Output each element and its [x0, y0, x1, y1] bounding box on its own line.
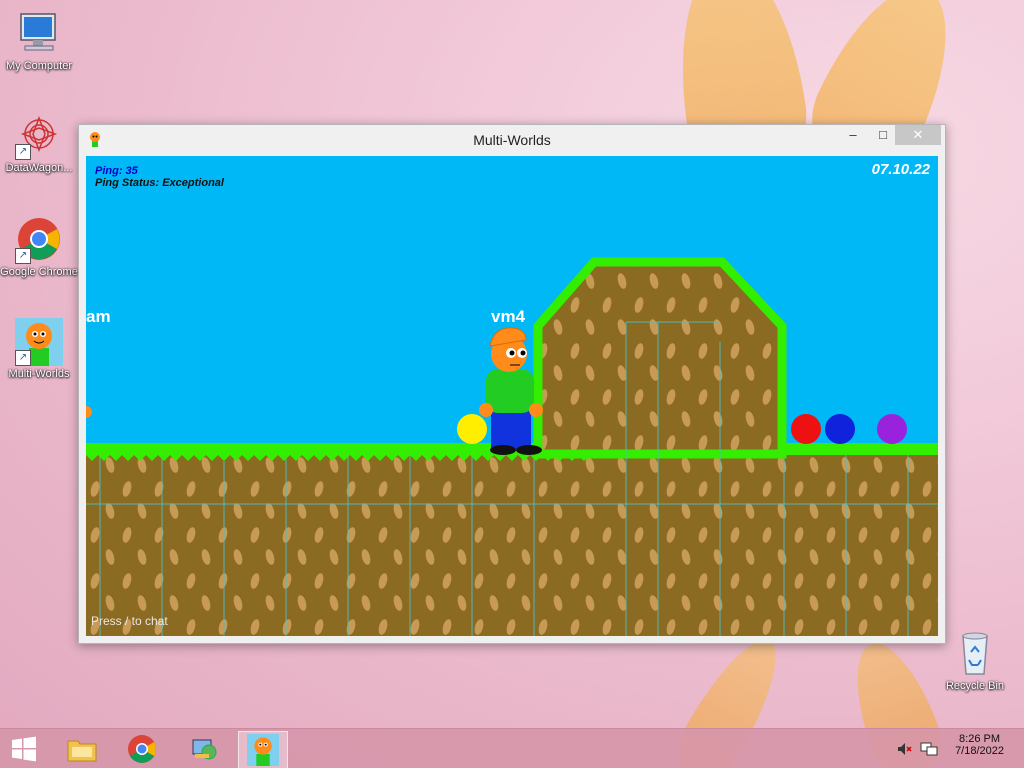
desktop-icon-my-computer[interactable]: My Computer — [0, 10, 78, 72]
shortcut-arrow-icon: ↗ — [15, 350, 31, 366]
clock-date: 7/18/2022 — [955, 745, 1004, 757]
desktop-icon-recycle-bin[interactable]: Recycle Bin — [936, 630, 1014, 692]
taskbar-google-chrome[interactable] — [118, 731, 166, 767]
multi-worlds-icon — [247, 734, 279, 766]
system-clock[interactable]: 8:26 PM 7/18/2022 — [955, 733, 1004, 757]
network-tool-icon — [192, 739, 217, 760]
app-window: Multi-Worlds – □ ✕ Ping: 35 Ping Status:… — [78, 124, 946, 644]
shortcut-arrow-icon: ↗ — [15, 144, 31, 160]
taskbar-multi-worlds[interactable] — [238, 731, 288, 768]
desktop-icon-label: Recycle Bin — [945, 680, 1005, 692]
desktop-icon-label: DataWagon... — [5, 162, 73, 174]
chat-hint: Press / to chat — [91, 614, 168, 628]
ping-value: Ping: 35 — [95, 165, 138, 177]
desktop: My Computer ↗ DataWagon... ↗ Google Chro… — [0, 0, 1024, 768]
hill — [533, 257, 787, 459]
ping-status: Ping Status: Exceptional — [95, 177, 224, 189]
network-icon[interactable] — [920, 741, 938, 762]
desktop-icon-multi-worlds[interactable]: ↗ Multi-Worlds — [0, 318, 78, 380]
computer-icon — [15, 10, 63, 58]
desktop-icon-google-chrome[interactable]: ↗ Google Chrome — [0, 216, 78, 278]
player-character — [479, 327, 543, 455]
taskbar-datawagon[interactable] — [180, 731, 228, 767]
start-button[interactable] — [0, 731, 48, 767]
game-scene — [86, 257, 938, 636]
taskbar-file-explorer[interactable] — [58, 731, 106, 767]
chrome-icon: ↗ — [15, 216, 63, 264]
windows-logo-icon — [12, 736, 36, 762]
speaker-muted-icon[interactable] — [896, 741, 912, 762]
orb-purple — [877, 414, 907, 444]
folder-icon — [67, 740, 97, 762]
close-button[interactable]: ✕ — [895, 125, 941, 145]
maximize-button[interactable]: □ — [869, 125, 897, 145]
taskbar: 8:26 PM 7/18/2022 — [0, 728, 1024, 768]
desktop-icon-label: Multi-Worlds — [8, 368, 70, 380]
game-date: 07.10.22 — [871, 161, 930, 178]
other-player-name: am — [86, 307, 111, 326]
clock-time: 8:26 PM — [959, 733, 1001, 745]
datawagon-icon: ↗ — [15, 112, 63, 160]
desktop-icon-datawagon[interactable]: ↗ DataWagon... — [0, 112, 78, 174]
window-title: Multi-Worlds — [473, 132, 551, 148]
orb-yellow — [457, 414, 487, 444]
game-canvas[interactable]: Ping: 35 Ping Status: Exceptional 07.10.… — [86, 156, 938, 636]
multi-worlds-icon: ↗ — [15, 318, 63, 366]
other-player-hand — [86, 406, 92, 418]
orb-blue — [825, 414, 855, 444]
player-name: vm4 — [491, 307, 526, 326]
desktop-icon-label: My Computer — [5, 60, 73, 72]
chrome-icon — [128, 735, 156, 763]
window-titlebar[interactable]: Multi-Worlds – □ ✕ — [79, 125, 945, 155]
minimize-button[interactable]: – — [839, 125, 867, 145]
shortcut-arrow-icon: ↗ — [15, 248, 31, 264]
ground-grass — [782, 443, 938, 455]
ground-dirt — [86, 452, 938, 636]
orb-red — [791, 414, 821, 444]
recycle-bin-icon — [951, 630, 999, 678]
ground-grass — [86, 443, 538, 455]
desktop-icon-label: Google Chrome — [0, 266, 78, 278]
